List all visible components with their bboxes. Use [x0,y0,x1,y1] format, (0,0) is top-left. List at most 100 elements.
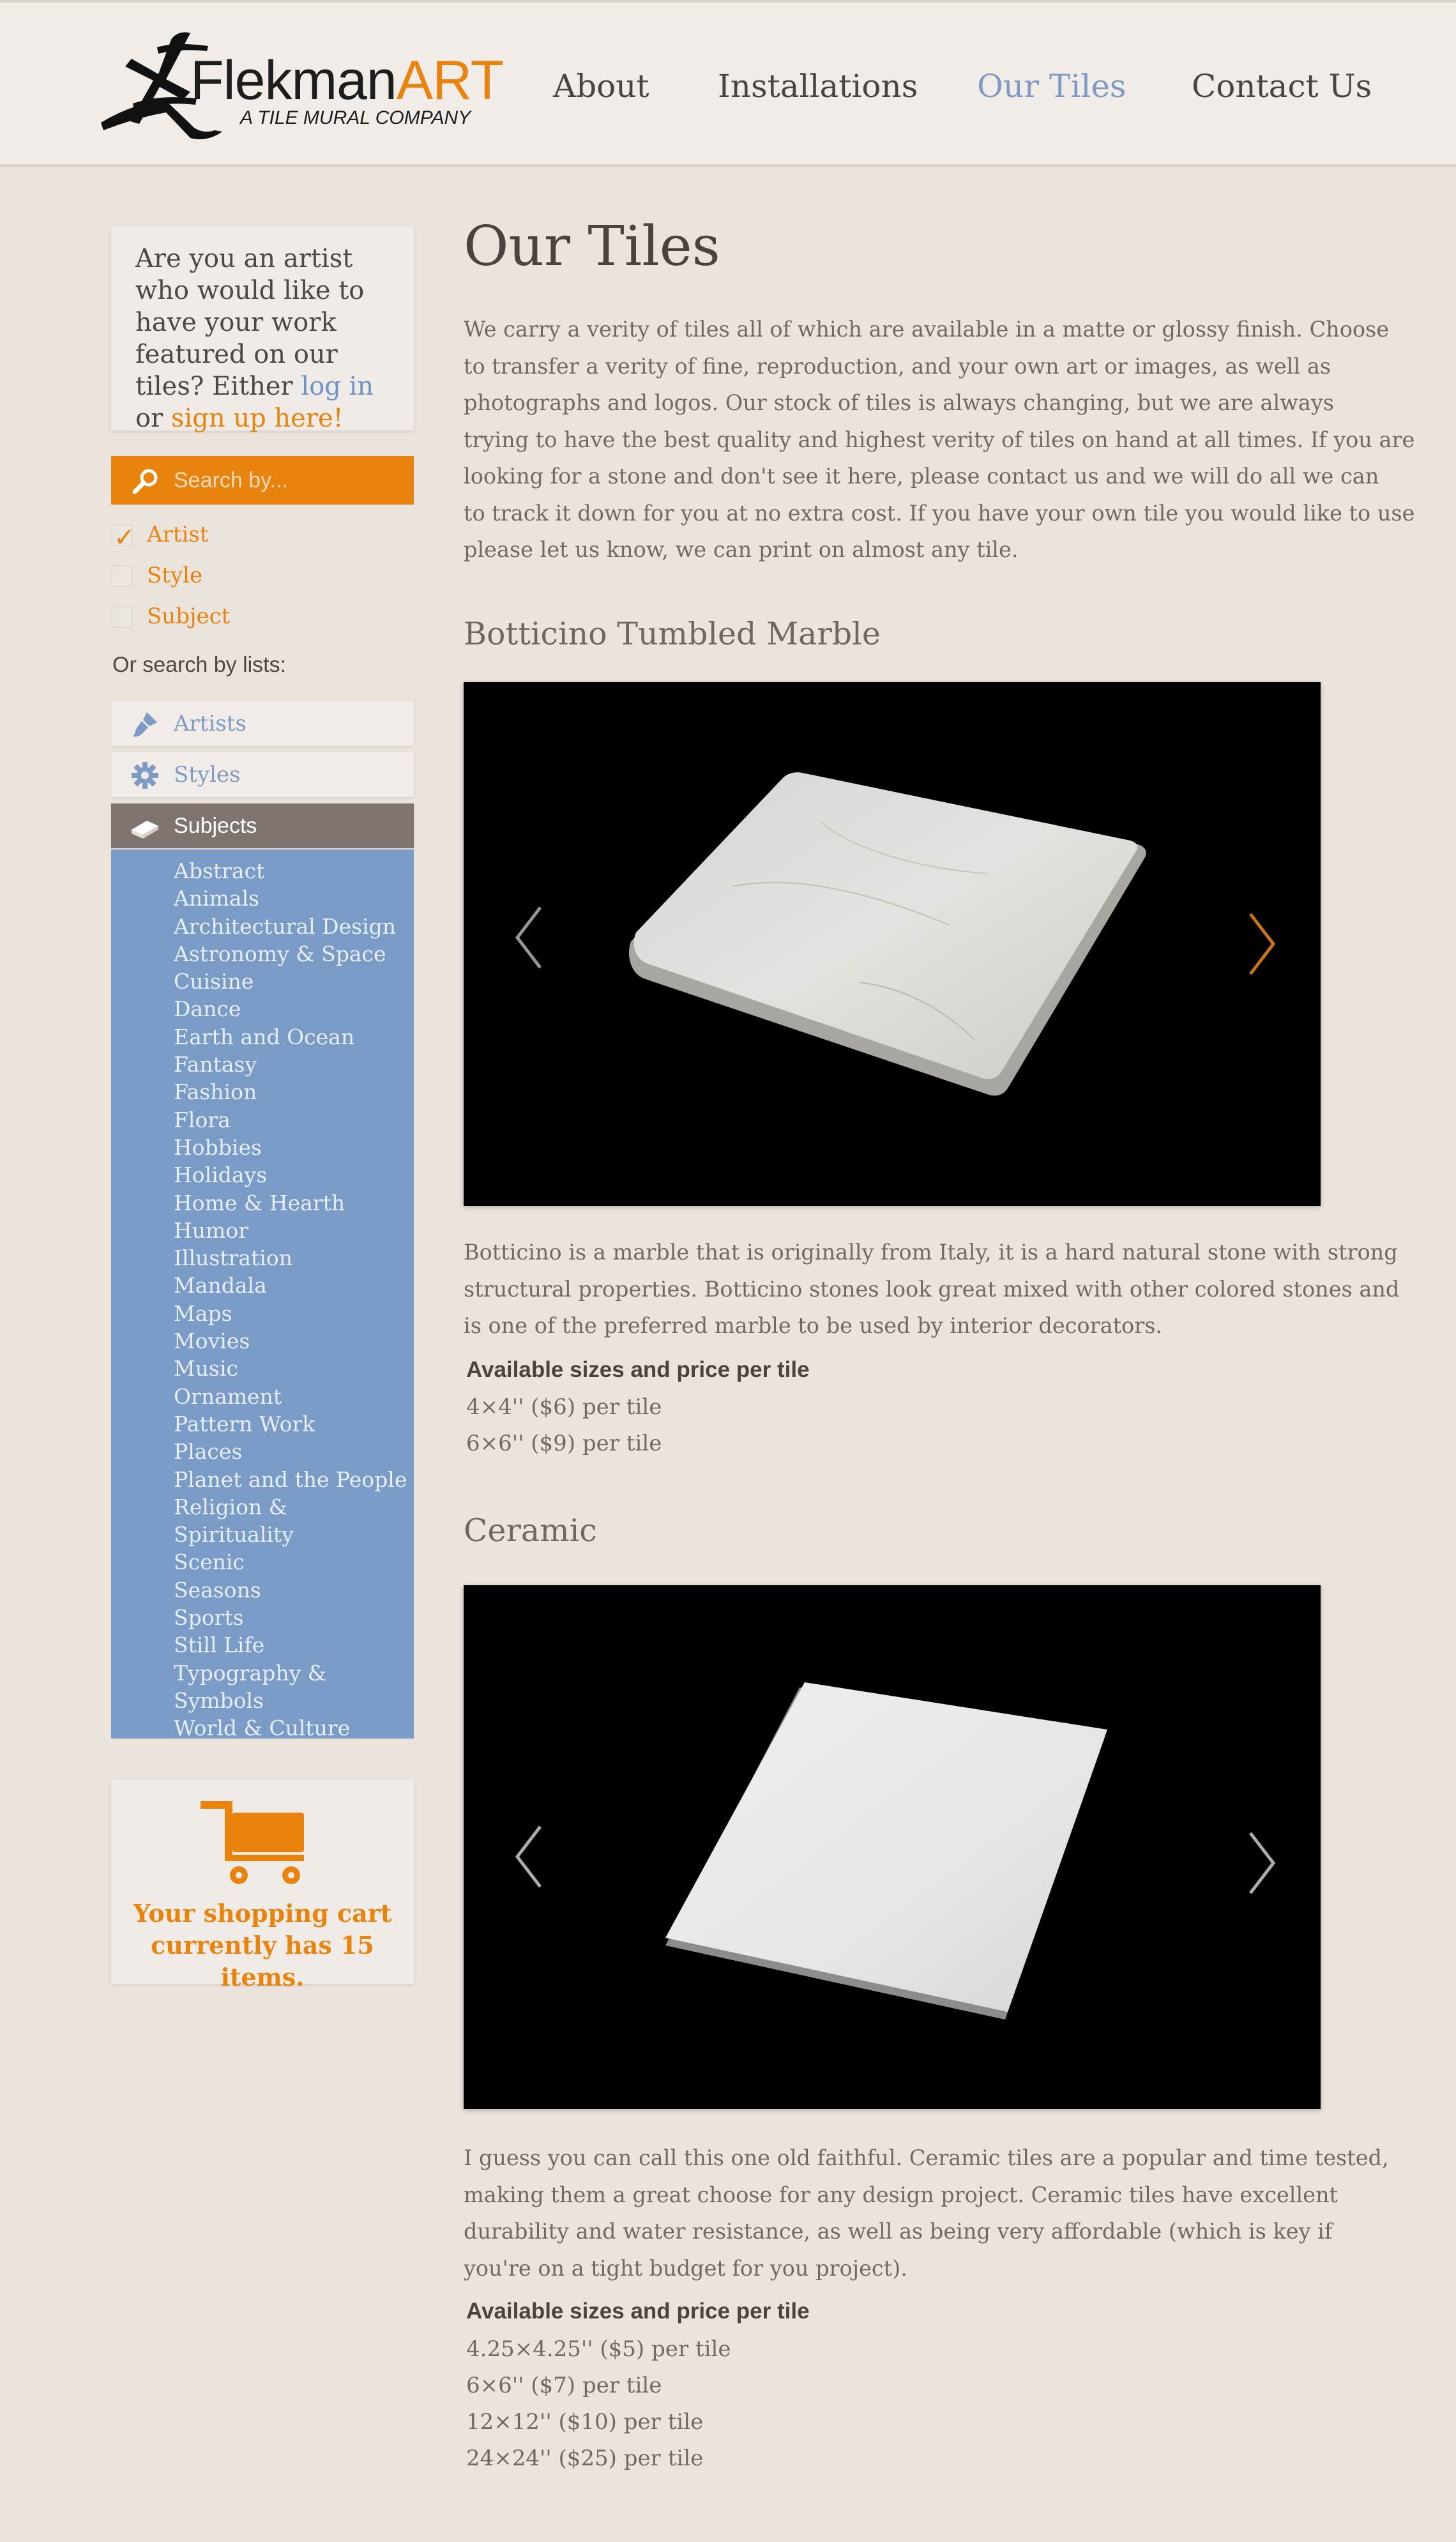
slider-prev-arrow-icon[interactable] [511,1822,549,1892]
description-line: durability and water resistance, as well… [464,2219,1333,2244]
subject-list-item[interactable]: Holidays [174,1161,410,1189]
subject-list-item[interactable]: Seasons [174,1576,410,1604]
nav-installations[interactable]: Installations [718,64,918,109]
filter-artist[interactable]: ✓ Artist [111,519,303,552]
intro-line: trying to have the best quality and high… [464,427,1415,452]
product-image-slider-ceramic [464,1585,1321,2109]
cart-status-text[interactable]: Your shopping cart currently has 15 items… [111,1898,414,1993]
search-placeholder: Search by... [174,468,288,492]
nav-contact-us[interactable]: Contact Us [1192,64,1372,109]
subject-list-item[interactable]: Planet and the People [174,1466,410,1493]
flekman-art-logo[interactable]: FlekmanART A TILE MURAL COMPANY [95,28,504,140]
botticino-marble-tile-image [628,772,1146,1096]
subject-list-item[interactable]: Home & Hearth [174,1189,410,1217]
product-title-ceramic: Ceramic [464,1512,597,1549]
list-artists-label: Artists [174,711,246,736]
subject-list-item[interactable]: Humor [174,1217,410,1244]
subject-list-item[interactable]: Maps [174,1300,410,1327]
subject-list-item[interactable]: Mandala [174,1272,410,1299]
login-link[interactable]: log in [301,372,374,401]
subject-list-item[interactable]: Hobbies [174,1134,410,1161]
logo-tagline: A TILE MURAL COMPANY [240,107,471,128]
subject-list-item[interactable]: Fantasy [174,1051,410,1078]
search-by-bar[interactable]: Search by... [111,456,414,505]
search-by-lists-label: Or search by lists: [112,653,287,677]
size-price-line: 24×24'' ($25) per tile [466,2446,704,2471]
size-price-line: 4.25×4.25'' ($5) per tile [466,2336,731,2362]
artist-prompt-or: or [135,404,171,433]
subject-list-item[interactable]: Fashion [174,1078,410,1106]
subject-list-item[interactable]: Symbols [174,1687,410,1714]
gear-icon [132,762,158,789]
size-price-line: 4×4'' ($6) per tile [466,1394,662,1420]
subject-list-item[interactable]: Cuisine [174,968,410,995]
filter-artist-label: Artist [147,522,209,547]
subject-list-item[interactable]: Illustration [174,1244,410,1272]
nav-our-tiles[interactable]: Our Tiles [977,64,1126,109]
subject-list-item[interactable]: Religion & Spirituality [174,1493,410,1549]
cart-status-line-2: currently has 15 items. [151,1931,374,1991]
subject-list-item[interactable]: Dance [174,995,410,1023]
slider-next-arrow-icon[interactable] [1241,1828,1280,1898]
subject-list-item[interactable]: Typography & [174,1659,410,1687]
size-price-line: 6×6'' ($9) per tile [466,1431,662,1456]
artist-prompt-text: Are you an artist who would like to have… [135,243,404,434]
filter-artist-checkbox[interactable]: ✓ [111,523,135,552]
nav-about[interactable]: About [553,64,649,109]
logo-name-main: Flekman [190,50,397,111]
slider-prev-arrow-icon[interactable] [511,902,549,973]
list-subjects-button[interactable]: Subjects [111,803,414,848]
intro-line: We carry a verity of tiles all of which … [464,317,1390,342]
list-subjects-label: Subjects [174,814,257,838]
subjects-list-panel: Abstract Animals Architectural Design Astro… [111,849,414,1742]
cart-status-line-1: Your shopping cart [133,1899,392,1928]
subject-list-item[interactable]: Movies [174,1327,410,1355]
description-line: you're on a tight budget for you project… [464,2255,907,2281]
shopping-cart-panel[interactable]: Your shopping cart currently has 15 items… [111,1779,414,1991]
page-title: Our Tiles [464,215,720,278]
subject-list-item[interactable]: Architectural Design [174,913,410,940]
checkmark-icon: ✓ [114,523,135,552]
product-image-slider-botticino [464,682,1321,1206]
subjects-list: Abstract Animals Architectural Design Astro… [174,857,410,1742]
subject-list-item[interactable]: Earth and Ocean [174,1023,410,1051]
description-line: I guess you can call this one old faithf… [464,2145,1389,2170]
product-title-botticino: Botticino Tumbled Marble [464,616,881,652]
size-price-line: 6×6'' ($7) per tile [466,2373,662,2398]
description-line: is one of the preferred marble to be use… [464,1313,1163,1338]
list-styles-label: Styles [174,762,241,788]
intro-line: please let us know, we can print on almo… [464,537,1019,562]
subject-list-item[interactable]: Sports [174,1604,410,1631]
filter-style[interactable]: Style [111,559,303,591]
description-line: structural properties. Botticino stones … [464,1276,1400,1302]
list-styles-button[interactable]: Styles [111,752,414,797]
list-artists-button[interactable]: Artists [111,701,414,746]
filter-subject-label: Subject [147,604,231,629]
filter-subject-checkbox[interactable] [111,606,133,628]
intro-line: looking for a stone and don't see it her… [464,464,1379,489]
signup-link[interactable]: sign up here [171,404,333,433]
filter-style-label: Style [147,563,203,588]
subject-list-item[interactable]: World & Culture [174,1714,410,1742]
book-icon [132,821,158,839]
subject-list-item[interactable]: Places [174,1438,410,1465]
subject-list-item[interactable]: Abstract [174,857,410,885]
subject-list-item[interactable]: Astronomy & Space [174,940,410,968]
artist-prompt-end: ! [333,404,344,433]
subject-list-item[interactable]: Animals [174,885,410,912]
filter-subject[interactable]: Subject [111,600,303,632]
paintbrush-icon [133,712,157,737]
shopping-cart-icon [201,1801,304,1884]
subject-list-item[interactable]: Music [174,1355,410,1382]
logo-name-accent: ART [396,50,504,111]
subject-list-item[interactable]: Still Life [174,1631,410,1659]
subject-list-item[interactable]: Flora [174,1106,410,1134]
size-price-line: 12×12'' ($10) per tile [466,2409,704,2435]
subject-list-item[interactable]: Scenic [174,1548,410,1576]
subject-list-item[interactable]: Ornament [174,1383,410,1410]
logo-wordmark: FlekmanART [190,49,504,112]
filter-style-checkbox[interactable] [111,565,133,587]
subject-list-item[interactable]: Pattern Work [174,1410,410,1438]
description-line: making them a great choose for any desig… [464,2182,1338,2207]
slider-next-arrow-icon[interactable] [1241,909,1280,979]
